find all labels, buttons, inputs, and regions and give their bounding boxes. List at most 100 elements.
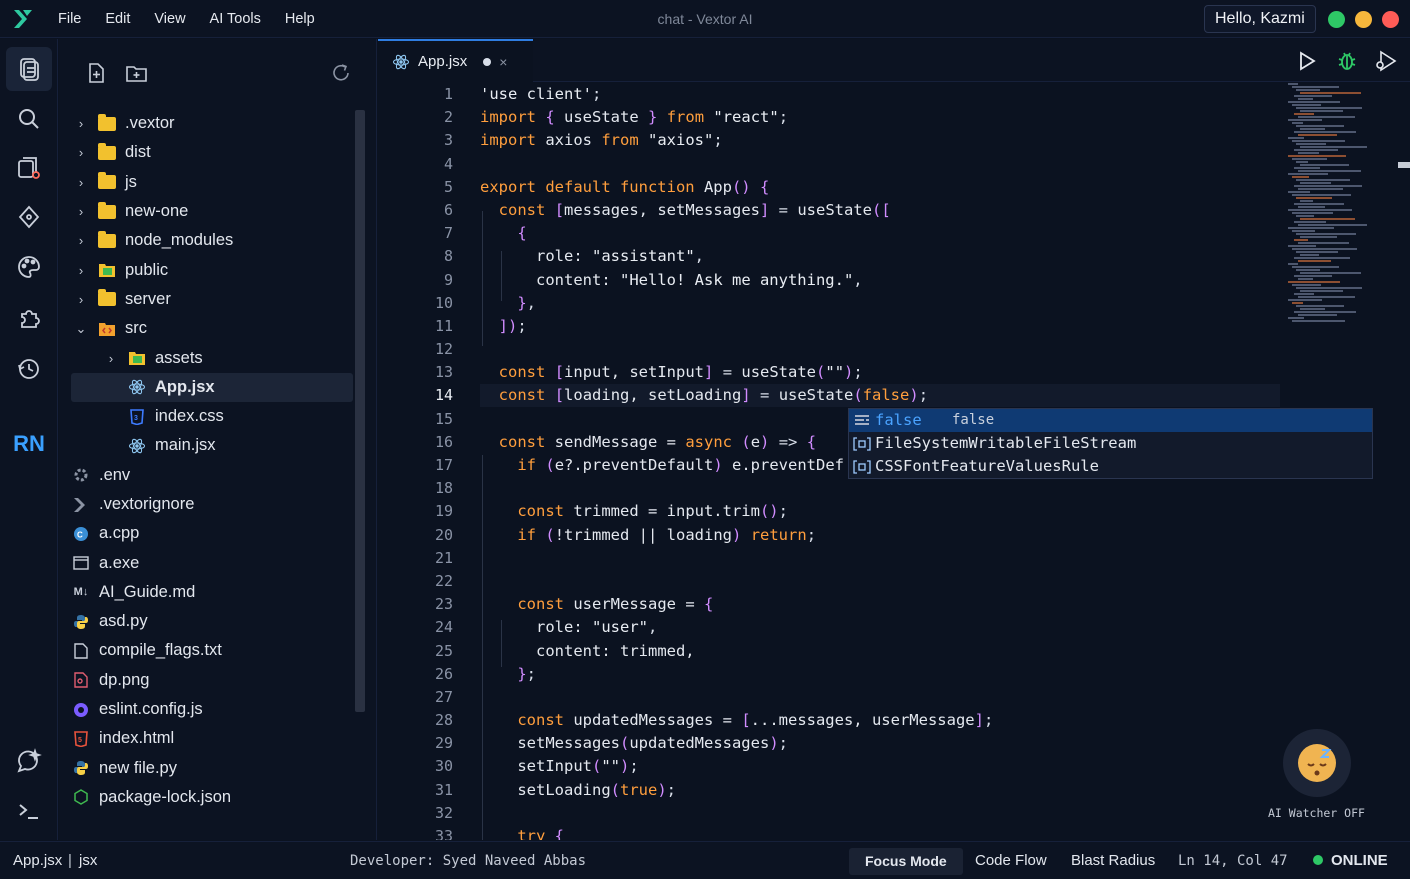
tree-item[interactable]: 5 index.html (71, 724, 353, 753)
code-line[interactable]: import axios from "axios"; (480, 129, 1290, 152)
code-line[interactable]: 'use client'; (480, 83, 1290, 106)
blast-radius-button[interactable]: Blast Radius (1071, 842, 1155, 879)
ai-chat-icon[interactable] (6, 739, 52, 783)
tree-item[interactable]: › .vextor (71, 109, 353, 138)
code-line[interactable]: try { (480, 825, 1290, 840)
tab-close-icon[interactable]: × (499, 54, 507, 70)
tree-item[interactable]: › js (71, 168, 353, 197)
tree-item[interactable]: Ca.cpp (71, 519, 353, 548)
git-graph-icon[interactable] (6, 195, 52, 239)
code-line[interactable]: if (!trimmed || loading) return; (480, 524, 1290, 547)
extensions-icon[interactable] (6, 296, 52, 340)
tree-item[interactable]: › server (71, 285, 353, 314)
tree-item[interactable]: › assets (71, 343, 353, 372)
autocomplete-widget[interactable]: false false FileSystemWritableFileStream CS… (848, 408, 1373, 479)
tree-item[interactable]: App.jsx (71, 372, 353, 402)
maximize-button[interactable] (1328, 11, 1345, 28)
code-line[interactable]: const [loading, setLoading] = useState(f… (480, 384, 1290, 407)
palette-icon[interactable] (6, 245, 52, 289)
code-line[interactable] (480, 686, 1290, 709)
tree-item[interactable]: .vextorignore (71, 490, 353, 519)
code-line[interactable]: const [input, setInput] = useState(""); (480, 361, 1290, 384)
new-file-icon[interactable] (85, 62, 107, 84)
chevron-right-icon[interactable]: › (71, 263, 91, 278)
minimap-slider[interactable] (1398, 162, 1410, 168)
code-line[interactable] (480, 477, 1290, 500)
refresh-icon[interactable] (330, 62, 352, 84)
tree-item[interactable]: ⌄ src (71, 314, 353, 343)
code-line[interactable]: const trimmed = input.trim(); (480, 500, 1290, 523)
code-line[interactable]: }, (480, 292, 1290, 315)
tree-item[interactable]: compile_flags.txt (71, 636, 353, 665)
tree-item[interactable]: eslint.config.js (71, 695, 353, 724)
tree-item[interactable]: › new-one (71, 197, 353, 226)
new-folder-icon[interactable] (125, 62, 147, 84)
suggestion-item[interactable]: false false (849, 409, 1372, 432)
menu-view[interactable]: View (142, 0, 197, 38)
suggestion-item[interactable]: CSSFontFeatureValuesRule (849, 455, 1372, 478)
code-line[interactable]: setLoading(true); (480, 779, 1290, 802)
tree-item[interactable]: a.exe (71, 548, 353, 577)
code-line[interactable]: setMessages(updatedMessages); (480, 732, 1290, 755)
minimap[interactable] (1288, 83, 1398, 333)
chevron-right-icon[interactable]: › (71, 233, 91, 248)
menu-edit[interactable]: Edit (93, 0, 142, 38)
suggestion-item[interactable]: FileSystemWritableFileStream (849, 432, 1372, 455)
tree-item[interactable]: › node_modules (71, 226, 353, 255)
code-line[interactable]: ]); (480, 315, 1290, 338)
code-line[interactable]: import { useState } from "react"; (480, 106, 1290, 129)
code-line[interactable]: setInput(""); (480, 755, 1290, 778)
tree-item[interactable]: asd.py (71, 607, 353, 636)
code-line[interactable]: }; (480, 663, 1290, 686)
explorer-scrollbar[interactable] (355, 110, 365, 712)
tree-item[interactable]: .env (71, 461, 353, 490)
tree-item[interactable]: › public (71, 255, 353, 284)
code-line[interactable]: const updatedMessages = [...messages, us… (480, 709, 1290, 732)
explorer-icon[interactable] (6, 47, 52, 91)
tree-item[interactable]: › dist (71, 138, 353, 167)
chevron-right-icon[interactable]: › (101, 351, 121, 366)
code-line[interactable]: role: "user", (480, 616, 1290, 639)
search-icon[interactable] (6, 97, 52, 141)
debug-icon[interactable] (1336, 50, 1358, 72)
code-line[interactable]: role: "assistant", (480, 245, 1290, 268)
tree-item[interactable]: main.jsx (71, 431, 353, 460)
code-line[interactable]: const userMessage = { (480, 593, 1290, 616)
chevron-right-icon[interactable]: › (71, 145, 91, 160)
focus-mode-button[interactable]: Focus Mode (849, 848, 963, 875)
history-icon[interactable] (6, 347, 52, 391)
menu-ai-tools[interactable]: AI Tools (198, 0, 273, 38)
ai-watcher-avatar[interactable] (1283, 729, 1351, 797)
code-flow-button[interactable]: Code Flow (975, 842, 1047, 879)
tree-item[interactable]: 3 index.css (71, 402, 353, 431)
chevron-right-icon[interactable]: › (71, 292, 91, 307)
chevron-right-icon[interactable]: › (71, 116, 91, 131)
code-line[interactable] (480, 802, 1290, 825)
cursor-position[interactable]: Ln 14, Col 47 (1178, 842, 1288, 879)
code-line[interactable]: const [messages, setMessages] = useState… (480, 199, 1290, 222)
status-filename[interactable]: App.jsx (13, 842, 62, 879)
run-settings-icon[interactable] (1374, 50, 1397, 72)
terminal-icon[interactable] (6, 789, 52, 833)
code-line[interactable] (480, 153, 1290, 176)
code-line[interactable]: content: trimmed, (480, 640, 1290, 663)
code-line[interactable]: { (480, 222, 1290, 245)
chevron-right-icon[interactable]: › (71, 204, 91, 219)
code-line[interactable] (480, 570, 1290, 593)
source-control-icon[interactable] (6, 146, 52, 190)
tab-app-jsx[interactable]: App.jsx × (378, 39, 533, 82)
tree-item[interactable]: M↓ AI_Guide.md (71, 578, 353, 607)
tree-item[interactable]: package-lock.json (71, 783, 353, 812)
menu-file[interactable]: File (46, 0, 93, 38)
chevron-right-icon[interactable]: › (71, 175, 91, 190)
code-line[interactable] (480, 547, 1290, 570)
status-language[interactable]: jsx (79, 842, 97, 879)
react-native-icon[interactable]: RN (6, 422, 52, 466)
tree-item[interactable]: dp.png (71, 666, 353, 695)
run-icon[interactable] (1296, 50, 1318, 72)
user-greeting[interactable]: Hello, Kazmi (1204, 5, 1316, 33)
code-line[interactable] (480, 338, 1290, 361)
code-line[interactable]: content: "Hello! Ask me anything.", (480, 269, 1290, 292)
chevron-down-icon[interactable]: ⌄ (71, 321, 91, 337)
menu-help[interactable]: Help (273, 0, 327, 38)
